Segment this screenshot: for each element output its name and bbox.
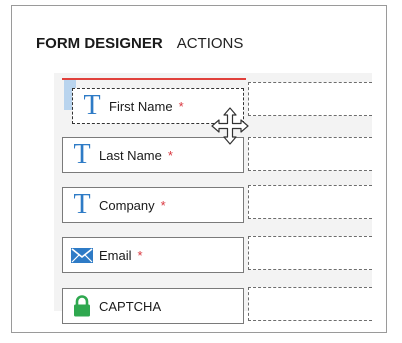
drop-indicator-line bbox=[62, 78, 246, 80]
drop-zone[interactable] bbox=[248, 137, 372, 171]
required-asterisk: * bbox=[178, 98, 184, 114]
drop-zone[interactable] bbox=[248, 236, 372, 270]
text-t-icon: T bbox=[73, 139, 91, 170]
field-label: First Name bbox=[109, 98, 173, 114]
required-asterisk: * bbox=[137, 247, 143, 263]
move-cursor-icon bbox=[210, 106, 250, 151]
lock-icon bbox=[69, 295, 95, 317]
field-label: Company bbox=[99, 197, 155, 213]
field-company[interactable]: T Company * bbox=[62, 187, 244, 223]
tab-actions[interactable]: ACTIONS bbox=[177, 35, 244, 52]
text-t-icon: T bbox=[83, 90, 101, 121]
envelope-icon bbox=[69, 247, 95, 263]
required-asterisk: * bbox=[160, 197, 166, 213]
field-label: CAPTCHA bbox=[99, 298, 162, 314]
drop-zone[interactable] bbox=[248, 82, 372, 116]
drop-zone[interactable] bbox=[248, 185, 372, 219]
tab-form-designer[interactable]: FORM DESIGNER bbox=[36, 35, 163, 52]
field-email[interactable]: Email * bbox=[62, 237, 244, 273]
field-captcha[interactable]: CAPTCHA bbox=[62, 288, 244, 324]
field-label: Email bbox=[99, 247, 132, 263]
drop-zone[interactable] bbox=[248, 287, 372, 321]
required-asterisk: * bbox=[167, 147, 173, 163]
field-label: Last Name bbox=[99, 147, 162, 163]
tab-bar: FORM DESIGNER ACTIONS bbox=[36, 35, 243, 57]
text-t-icon: T bbox=[73, 189, 91, 220]
